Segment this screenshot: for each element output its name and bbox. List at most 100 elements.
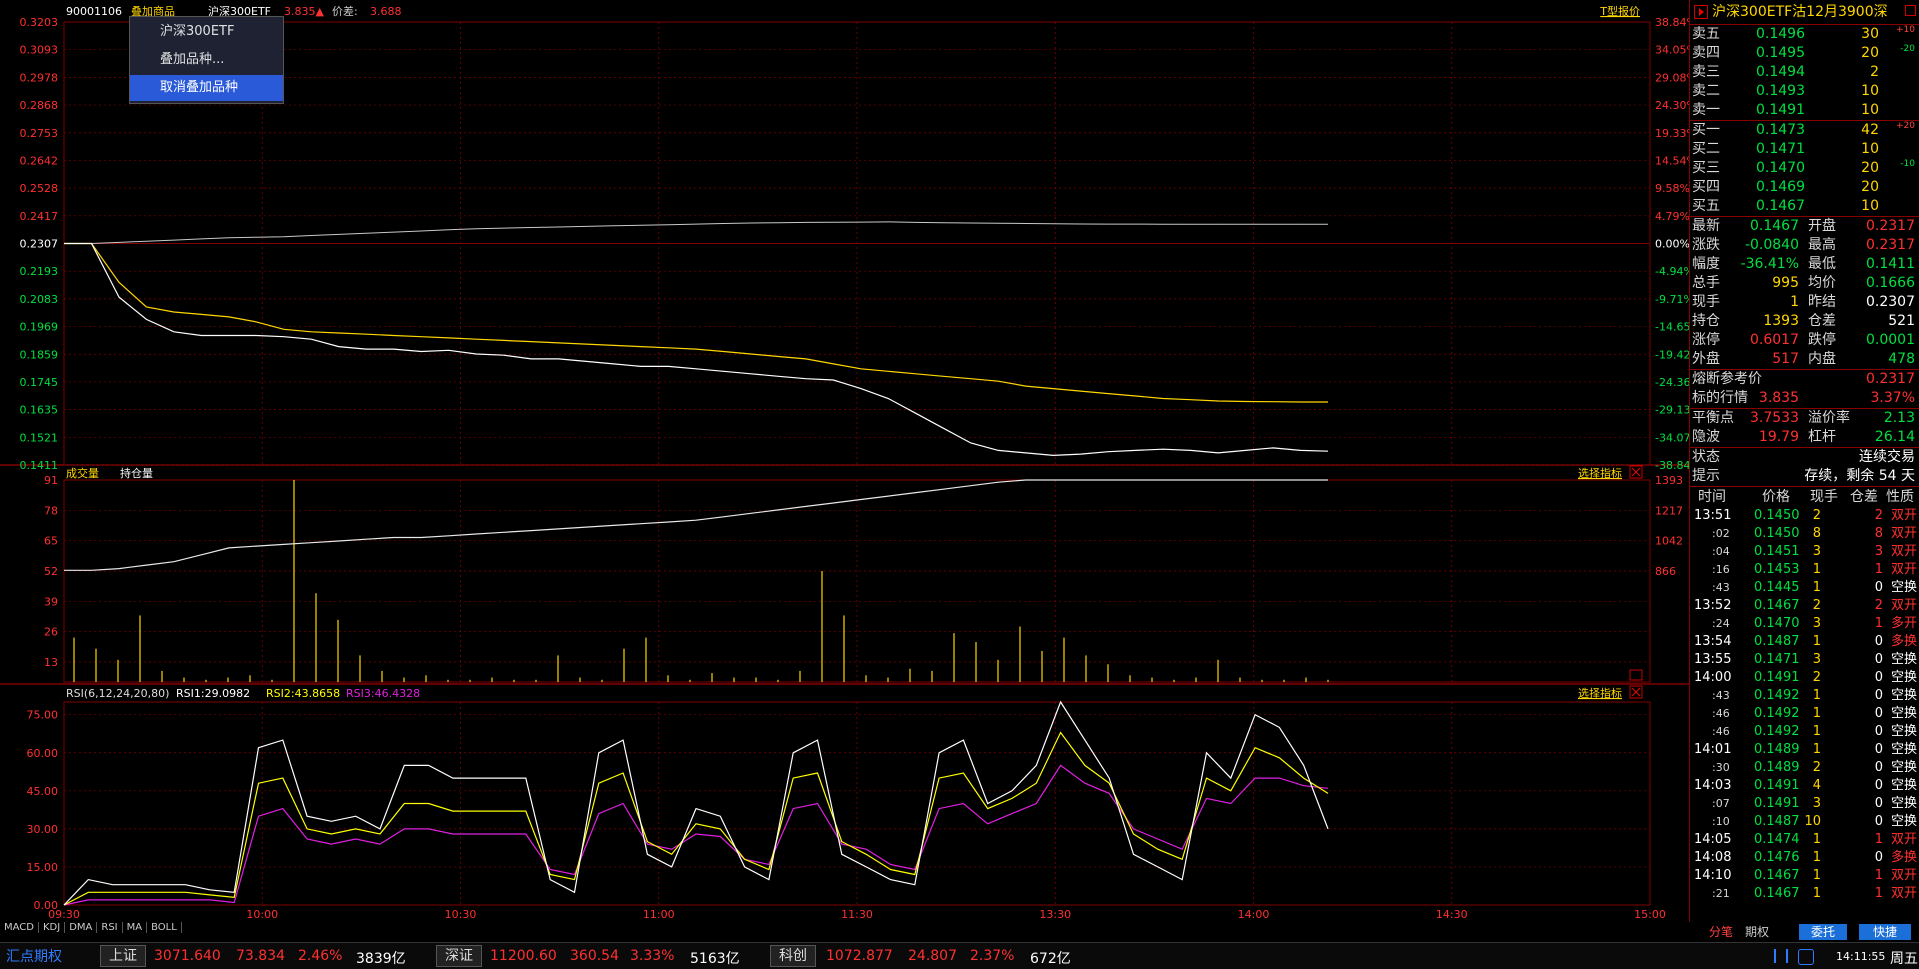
- hint-label: 提示: [1692, 468, 1720, 484]
- quote-value-2: 478: [1888, 351, 1915, 367]
- menu-item-cancel-overlay[interactable]: 取消叠加品种: [130, 75, 283, 101]
- tick-price: 0.1491: [1754, 796, 1800, 811]
- signal-icon: [1774, 949, 1788, 963]
- tick-nature: 双开: [1890, 508, 1917, 523]
- pct-axis-label: -34.07%: [1655, 431, 1689, 444]
- indicator-tab[interactable]: DMA: [65, 922, 98, 933]
- menu-item-add-overlay[interactable]: 叠加品种...: [130, 47, 283, 73]
- kc-index-button[interactable]: 科创: [770, 945, 816, 967]
- ask-row[interactable]: 卖五 0.1496 30 +10: [1690, 25, 1919, 44]
- tick-volume: 1: [1812, 850, 1821, 865]
- oi-axis-label: 1393: [1655, 474, 1683, 487]
- tick-oi-change: 0: [1874, 850, 1883, 865]
- t-quote-link[interactable]: T型报价: [1599, 4, 1640, 18]
- quote-value: 517: [1772, 351, 1799, 367]
- quote-value: 1393: [1763, 313, 1799, 329]
- bid-row[interactable]: 买一 0.1473 42 +20: [1690, 121, 1919, 140]
- select-indicator-link[interactable]: 选择指标: [1578, 466, 1622, 480]
- price-axis-label: 0.2083: [20, 293, 59, 306]
- rsi-select-indicator-link[interactable]: 选择指标: [1578, 686, 1622, 700]
- tick-oi-change: 8: [1874, 526, 1883, 541]
- quote-label-2: 昨结: [1808, 294, 1836, 310]
- rsi-axis-label: 45.00: [27, 785, 59, 798]
- indicator-tab[interactable]: KDJ: [39, 922, 66, 933]
- level-price: 0.1473: [1756, 122, 1805, 138]
- tick-row: :46 0.1492 1 0 空换: [1690, 723, 1919, 741]
- tick-nature: 双开: [1890, 832, 1917, 847]
- tab-options[interactable]: 期权: [1745, 924, 1769, 940]
- tick-time: 14:10: [1694, 868, 1732, 883]
- tab-shortcuts[interactable]: 快捷: [1859, 924, 1912, 940]
- bid-row[interactable]: 买五 0.1467 10: [1690, 197, 1919, 216]
- expand-arrow-icon[interactable]: [1694, 5, 1708, 19]
- volume-axis-label: 91: [44, 474, 58, 487]
- indicator-tab[interactable]: MACD: [0, 922, 39, 933]
- sz-index-button[interactable]: 深证: [436, 945, 482, 967]
- intraday-chart[interactable]: 0.3203 38.84% 0.3093 34.05% 0.2978 29.08% 0.28…: [0, 0, 1689, 922]
- pct-axis-label: 24.30%: [1655, 99, 1689, 112]
- leverage-label: 杠杆: [1808, 429, 1836, 445]
- overlay-dropdown-menu[interactable]: 沪深300ETF 叠加品种... 取消叠加品种: [129, 16, 284, 104]
- tick-price: 0.1445: [1754, 580, 1800, 595]
- price-axis-label: 0.1411: [20, 459, 59, 472]
- bid-row[interactable]: 买二 0.1471 10: [1690, 140, 1919, 159]
- indicator-tab[interactable]: RSI: [97, 922, 123, 933]
- tick-volume: 2: [1812, 598, 1821, 613]
- quote-value-2: 0.2317: [1866, 237, 1915, 253]
- level-label: 卖二: [1692, 83, 1720, 99]
- tick-nature: 双开: [1890, 562, 1917, 577]
- tick-price: 0.1487: [1754, 814, 1800, 829]
- level-volume: 10: [1861, 198, 1879, 214]
- quote-label: 总手: [1692, 275, 1720, 291]
- intraday-chart-area[interactable]: 0.3203 38.84% 0.3093 34.05% 0.2978 29.08% 0.28…: [0, 0, 1689, 922]
- tick-oi-change: 0: [1874, 778, 1883, 793]
- oi-axis-label: 1042: [1655, 535, 1683, 548]
- price-axis-label: 0.2417: [20, 210, 59, 223]
- tick-oi-change: 2: [1874, 508, 1883, 523]
- tick-oi-change: 0: [1874, 706, 1883, 721]
- ask-row[interactable]: 卖三 0.1494 2: [1690, 63, 1919, 82]
- tick-row: 14:03 0.1491 4 0 空换: [1690, 777, 1919, 795]
- ask-row[interactable]: 卖一 0.1491 10: [1690, 101, 1919, 120]
- level-label: 卖五: [1692, 26, 1720, 42]
- tick-volume: 3: [1812, 544, 1821, 559]
- quote-row: 最新 0.1467 开盘 0.2317: [1690, 217, 1919, 236]
- indicator-tab[interactable]: MA: [123, 922, 148, 933]
- tick-header-nature: 性质: [1886, 489, 1914, 505]
- ask-row[interactable]: 卖二 0.1493 10: [1690, 82, 1919, 101]
- tick-list[interactable]: 时间 价格 现手 仓差 性质 13:51 0.1450 2 2 双开:02 0.1450 8…: [1690, 486, 1919, 903]
- quote-label: 涨跌: [1692, 237, 1720, 253]
- indicator-tab[interactable]: BOLL: [147, 922, 182, 933]
- underlying-label: 标的行情: [1692, 390, 1748, 406]
- bid-row[interactable]: 买三 0.1470 20 -10: [1690, 159, 1919, 178]
- hint-days: 54: [1878, 468, 1897, 484]
- indicator-tabs[interactable]: MACD KDJ DMA RSI MA BOLL: [0, 922, 182, 936]
- app-logo: 汇点期权: [6, 949, 62, 965]
- tick-price: 0.1450: [1754, 508, 1800, 523]
- tick-oi-change: 1: [1874, 562, 1883, 577]
- state-row: 状态 连续交易: [1690, 448, 1919, 467]
- tick-header-time: 时间: [1698, 489, 1726, 505]
- tick-row: :02 0.1450 8 8 双开: [1690, 525, 1919, 543]
- sh-index-button[interactable]: 上证: [100, 945, 146, 967]
- tab-open-interest[interactable]: 持仓量: [120, 466, 153, 480]
- menu-item-hs300etf[interactable]: 沪深300ETF: [130, 19, 283, 45]
- bid-row[interactable]: 买四 0.1469 20: [1690, 178, 1919, 197]
- price-axis-label: 0.1635: [20, 404, 59, 417]
- ask-row[interactable]: 卖四 0.1495 20 -20: [1690, 44, 1919, 63]
- sz-index: 11200.60: [490, 948, 557, 964]
- level-volume: 2: [1870, 64, 1879, 80]
- fuse-value: 0.2317: [1866, 371, 1915, 387]
- quote-value: 0.6017: [1750, 332, 1799, 348]
- tab-orders[interactable]: 委托: [1799, 924, 1848, 940]
- rsi-axis-label: 30.00: [27, 823, 59, 836]
- tick-time: :16: [1712, 563, 1730, 576]
- panel-tabs[interactable]: 分笔 期权 委托 快捷: [1689, 924, 1919, 940]
- tab-ticks[interactable]: 分笔: [1709, 924, 1733, 940]
- message-icon[interactable]: [1798, 949, 1814, 965]
- tab-volume[interactable]: 成交量: [66, 466, 99, 480]
- volume-axis-label: 78: [44, 504, 58, 517]
- panel-close-icon[interactable]: [1905, 5, 1916, 16]
- tick-oi-change: 0: [1874, 634, 1883, 649]
- collapse-volume-icon[interactable]: [1629, 669, 1643, 681]
